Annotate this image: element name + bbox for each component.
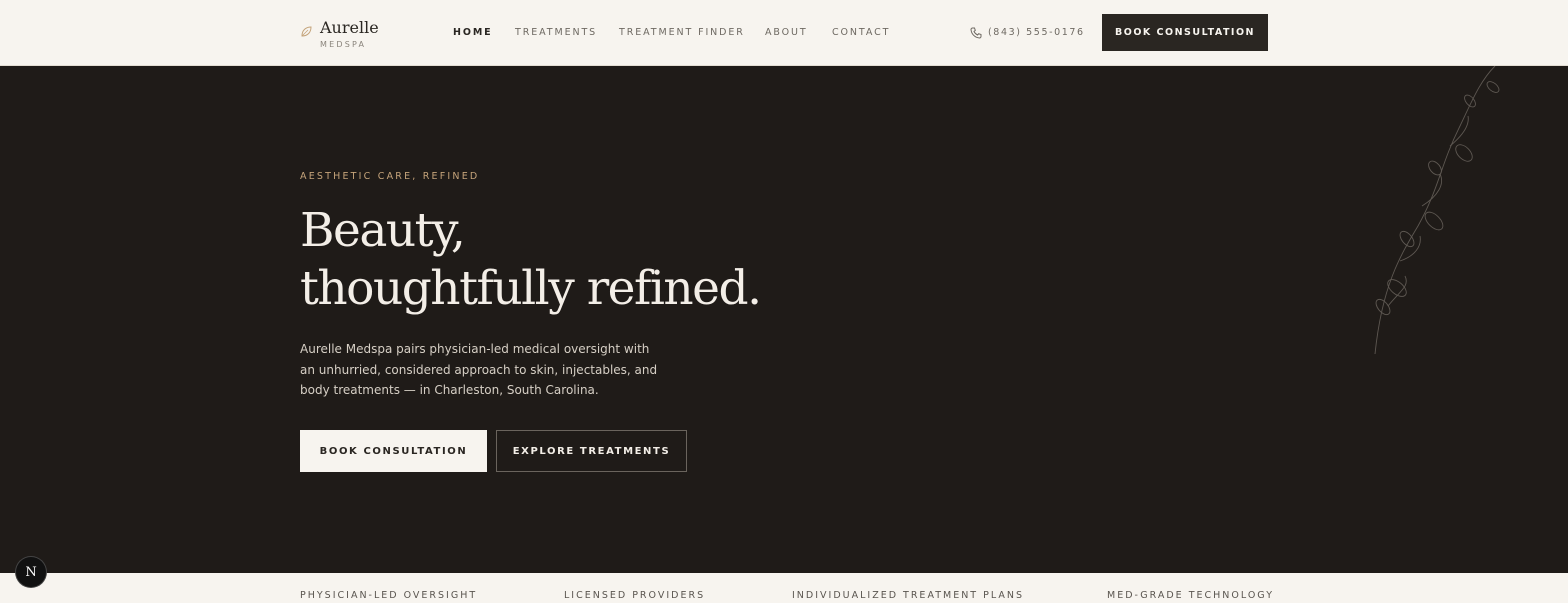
phone-icon — [970, 27, 982, 39]
brand-subtitle: MEDSPA — [320, 40, 367, 49]
feature-med-grade-technology: MED-GRADE TECHNOLOGY — [1107, 590, 1274, 601]
site-header: Aurelle MEDSPA HOME TREATMENTS TREATMENT… — [0, 0, 1568, 66]
phone-number: (843) 555-0176 — [988, 27, 1085, 38]
leaf-icon — [301, 26, 312, 37]
feature-licensed-providers: LICENSED PROVIDERS — [564, 590, 706, 601]
feature-individualized-plans: INDIVIDUALIZED TREATMENT PLANS — [792, 590, 1025, 601]
vine-illustration — [1374, 66, 1500, 355]
nav-treatment-finder[interactable]: TREATMENT FINDER — [619, 27, 745, 38]
nav-contact[interactable]: CONTACT — [832, 27, 890, 38]
explore-treatments-button[interactable]: EXPLORE TREATMENTS — [496, 430, 687, 472]
book-consultation-button[interactable]: BOOK CONSULTATION — [300, 430, 487, 472]
brand-name: Aurelle — [320, 18, 379, 37]
book-consultation-header-button[interactable]: BOOK CONSULTATION — [1102, 14, 1268, 51]
hero-headline: Beauty, thoughtfully refined. — [300, 202, 762, 318]
nav-treatments[interactable]: TREATMENTS — [515, 27, 597, 38]
hero-headline-line-2: thoughtfully refined. — [300, 261, 762, 316]
feature-physician-led: PHYSICIAN-LED OVERSIGHT — [300, 590, 478, 601]
nav-about[interactable]: ABOUT — [765, 27, 808, 38]
feature-strip: PHYSICIAN-LED OVERSIGHT LICENSED PROVIDE… — [0, 573, 1568, 603]
hero-headline-line-1: Beauty, — [300, 203, 466, 258]
hero-description: Aurelle Medspa pairs physician-led medic… — [300, 342, 658, 397]
n-badge-button[interactable]: N — [16, 557, 46, 587]
hero-eyebrow: AESTHETIC CARE, REFINED — [300, 171, 480, 182]
nav-home[interactable]: HOME — [453, 27, 493, 38]
